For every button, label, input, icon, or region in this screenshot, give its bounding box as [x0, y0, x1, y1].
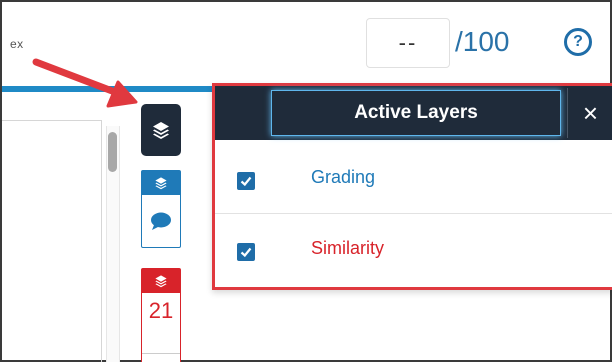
assignment-title-fragment: ex [10, 37, 24, 51]
comment-icon [151, 212, 171, 230]
help-icon: ? [573, 33, 583, 50]
score-input[interactable]: -- [366, 18, 450, 68]
active-layers-title: Active Layers [271, 90, 561, 136]
active-layers-header: Active Layers × [215, 86, 612, 140]
layers-icon [155, 177, 167, 190]
similarity-tab-header [142, 269, 180, 293]
header-left-segment [215, 86, 271, 140]
checkmark-icon [240, 247, 252, 258]
layers-icon [153, 122, 169, 139]
grading-tab-body [142, 195, 180, 247]
header-divider [2, 86, 216, 92]
similarity-layer-label[interactable]: Similarity [311, 238, 384, 259]
active-layers-panel: Active Layers × Grading Similarity [212, 83, 612, 290]
grading-checkbox[interactable] [237, 172, 255, 190]
similarity-tab-divider [142, 353, 180, 354]
grading-layer-label[interactable]: Grading [311, 167, 375, 188]
layers-toggle-button[interactable] [141, 104, 181, 156]
layer-row-grading[interactable]: Grading [215, 144, 612, 214]
grading-layer-tab[interactable] [141, 170, 181, 248]
similarity-count: 21 [148, 298, 174, 323]
top-bar: ex -- /100 ? [2, 2, 610, 84]
grading-tab-header [142, 171, 180, 195]
close-icon: × [582, 97, 599, 128]
scrollbar-thumb[interactable] [108, 132, 117, 172]
close-button[interactable]: × [567, 88, 612, 138]
similarity-layer-tab[interactable]: 21 [141, 268, 181, 362]
checkmark-icon [240, 176, 252, 187]
similarity-checkbox[interactable] [237, 243, 255, 261]
score-total: /100 [455, 26, 510, 57]
layer-row-similarity[interactable]: Similarity [215, 215, 612, 285]
document-viewer [2, 120, 102, 362]
help-button[interactable]: ? [564, 28, 592, 56]
layers-icon [155, 275, 167, 288]
